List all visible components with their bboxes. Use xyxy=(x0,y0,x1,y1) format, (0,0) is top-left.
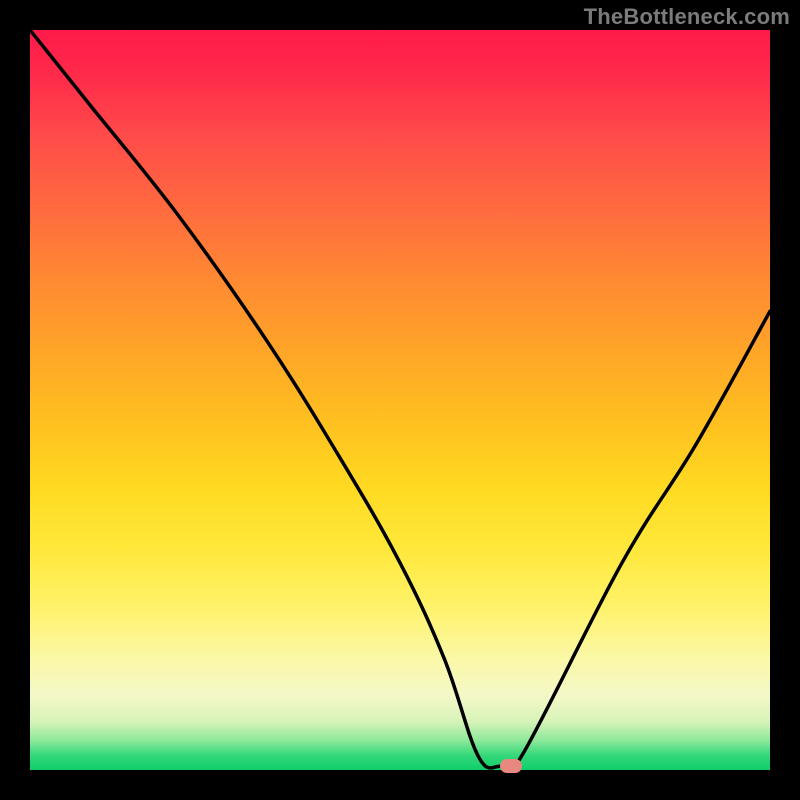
minimum-marker xyxy=(500,759,522,773)
plot-area xyxy=(30,30,770,770)
chart-frame: TheBottleneck.com xyxy=(0,0,800,800)
watermark-text: TheBottleneck.com xyxy=(584,4,790,30)
curve-svg xyxy=(30,30,770,770)
bottleneck-curve xyxy=(30,30,770,775)
